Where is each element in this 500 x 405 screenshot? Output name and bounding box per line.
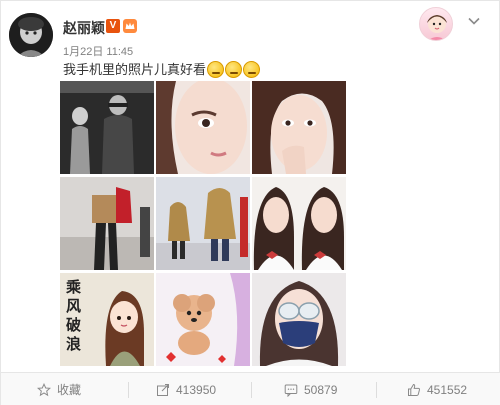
action-bar: 收藏 413950 50879 451552 (1, 373, 500, 405)
post-text: 我手机里的照片儿真好看 (63, 59, 261, 78)
share-count: 413950 (176, 382, 217, 397)
chevron-down-icon[interactable] (467, 14, 481, 28)
photo-7-caption: 乘风破浪 (66, 278, 82, 353)
photo-2[interactable] (156, 81, 250, 174)
avatar[interactable] (9, 13, 53, 57)
share-icon (157, 383, 169, 396)
emoji-icon (207, 61, 225, 78)
favorite-label: 收藏 (57, 383, 82, 397)
like-count: 451552 (427, 382, 468, 397)
comment-icon (284, 384, 298, 397)
photo-6[interactable] (252, 177, 346, 270)
divider (376, 382, 377, 398)
weibo-post-card: 赵丽颖 V 1月22日 11:45 我手机里的照片儿真好看 乘风破浪 收藏 41… (0, 0, 500, 405)
emoji-icon (225, 61, 243, 78)
photo-9[interactable] (252, 273, 346, 366)
post-timestamp[interactable]: 1月22日 11:45 (63, 43, 133, 59)
star-icon (37, 382, 51, 396)
share-button[interactable]: 413950 (156, 373, 216, 405)
thumbs-up-icon (408, 383, 420, 396)
comment-button[interactable]: 50879 (284, 373, 337, 405)
photo-grid: 乘风破浪 (60, 81, 347, 366)
vip-crown-icon[interactable] (122, 18, 138, 34)
divider (251, 382, 252, 398)
username[interactable]: 赵丽颖 (63, 18, 105, 38)
post-text-content: 我手机里的照片儿真好看 (63, 62, 207, 77)
verified-v-badge[interactable]: V (106, 19, 120, 33)
comment-count: 50879 (304, 382, 338, 397)
divider (128, 382, 129, 398)
photo-3[interactable] (252, 81, 346, 174)
fan-sticker-avatar[interactable] (419, 7, 453, 41)
photo-8[interactable] (156, 273, 250, 366)
photo-4[interactable] (60, 177, 154, 270)
like-button[interactable]: 451552 (407, 373, 467, 405)
photo-5[interactable] (156, 177, 250, 270)
favorite-button[interactable]: 收藏 (37, 373, 81, 405)
emoji-icon (243, 61, 261, 78)
photo-1[interactable] (60, 81, 154, 174)
